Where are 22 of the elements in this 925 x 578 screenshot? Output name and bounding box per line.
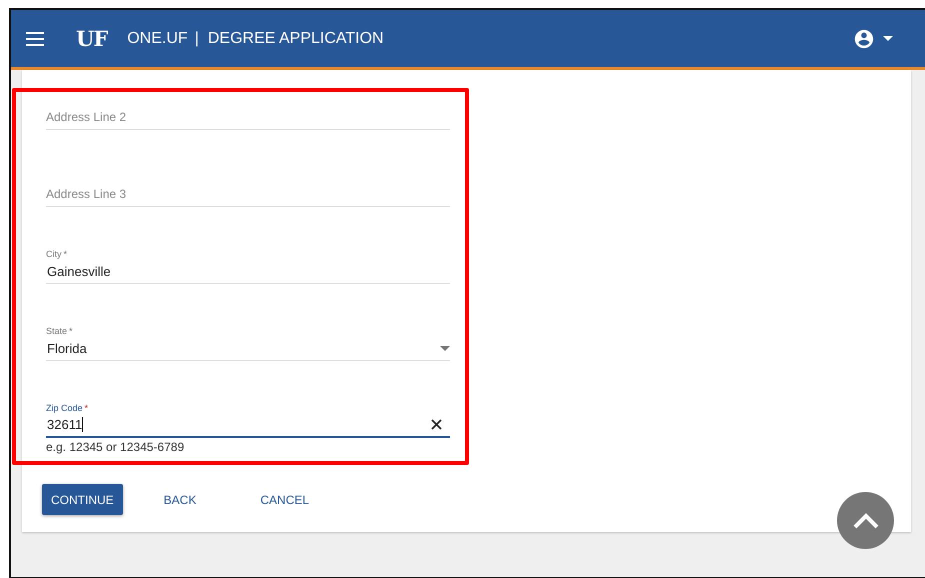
field-label: Zip Code *	[46, 403, 88, 413]
input-field[interactable]: Address Line 2	[46, 105, 450, 130]
field-label: State *	[46, 326, 73, 336]
title-separator: |	[194, 30, 199, 48]
close-icon[interactable]	[431, 419, 442, 430]
brand-title: ONE.UF	[127, 30, 188, 48]
field-hint: e.g. 12345 or 12345-6789	[46, 440, 186, 454]
caret-icon[interactable]	[883, 36, 893, 41]
text-button[interactable]: CANCEL	[237, 484, 332, 515]
state-dropdown[interactable]: Florida	[46, 336, 450, 361]
page-title: DEGREE APPLICATION	[208, 30, 384, 48]
logo[interactable]: UF	[76, 26, 108, 51]
input-field[interactable]: 32611	[46, 413, 450, 438]
text-button[interactable]: BACK	[140, 484, 220, 515]
continue-button[interactable]: CONTINUE	[42, 484, 123, 515]
input-field[interactable]: Gainesville	[46, 259, 450, 284]
field-label: City *	[46, 249, 68, 259]
dropdown-arrow-icon[interactable]	[440, 346, 450, 350]
menu-icon[interactable]	[26, 32, 44, 46]
chevron-up-icon	[852, 512, 878, 528]
account-icon[interactable]	[853, 28, 875, 50]
input-field[interactable]: Address Line 3	[46, 182, 450, 207]
